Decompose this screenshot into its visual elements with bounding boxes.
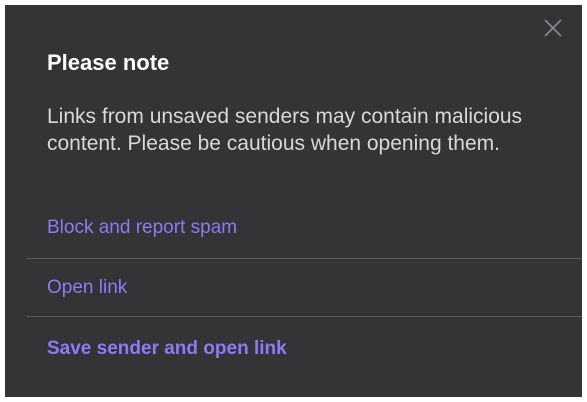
save-sender-and-open-link-button[interactable]: Save sender and open link (47, 338, 287, 360)
close-button[interactable] (542, 17, 564, 39)
divider (27, 316, 582, 317)
close-icon (542, 17, 564, 39)
open-link-button[interactable]: Open link (47, 277, 127, 299)
block-and-report-spam-button[interactable]: Block and report spam (47, 217, 237, 239)
divider (27, 258, 582, 259)
warning-dialog: Please note Links from unsaved senders m… (5, 5, 582, 397)
dialog-title: Please note (47, 50, 170, 75)
dialog-message: Links from unsaved senders may contain m… (47, 105, 523, 155)
